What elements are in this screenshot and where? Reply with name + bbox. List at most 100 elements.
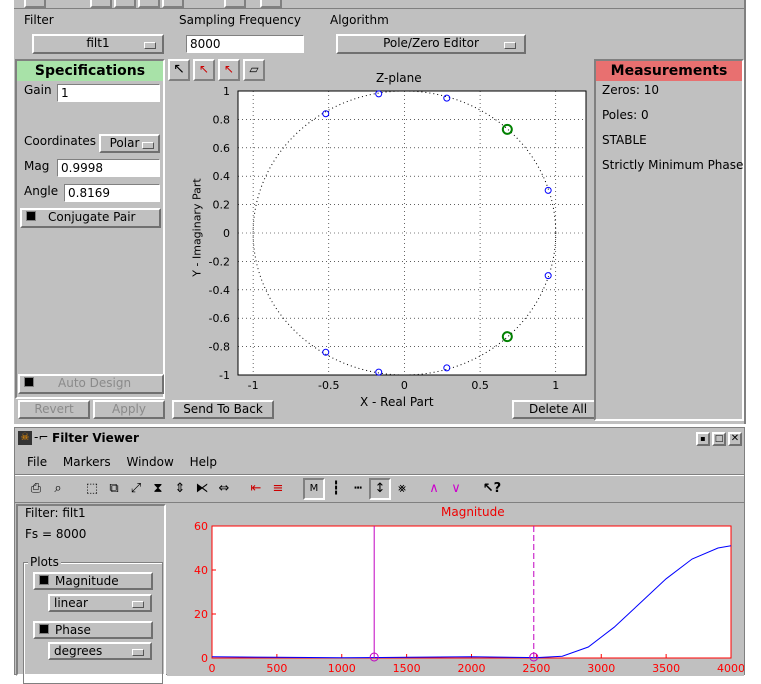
phase-status: Strictly Minimum Phase xyxy=(602,158,744,172)
magnitude-xtick-label: 2500 xyxy=(522,662,550,675)
apply-button[interactable]: Apply xyxy=(93,400,165,419)
z-plane-ytick-label: 0.8 xyxy=(213,113,231,126)
specifications-panel xyxy=(15,59,165,399)
magnitude-xtick-label: 4000 xyxy=(717,662,744,675)
toolbar-button[interactable] xyxy=(260,0,282,8)
menu-file[interactable]: File xyxy=(27,455,47,469)
menu-help[interactable]: Help xyxy=(190,455,217,469)
z-plane-ytick-label: 0 xyxy=(223,227,230,240)
zeros-count: Zeros: 10 xyxy=(602,83,659,97)
z-plane-chart[interactable]: -1 -0.5 0 0.5 1 1 0.8 0.6 0.4 0.2 0 -0.2 -0.4 -0.6 -0.… xyxy=(166,57,594,421)
magnitude-ytick-label: 40 xyxy=(194,564,208,577)
zoom-out-icon[interactable]: ⤢ xyxy=(125,478,147,500)
magnitude-ytick-label: 0 xyxy=(201,652,208,665)
magnitude-ytick-label: 60 xyxy=(194,520,208,533)
toolbar-button[interactable] xyxy=(224,0,246,8)
algorithm-select[interactable]: Pole/Zero Editor xyxy=(336,34,526,54)
pass-band-icon[interactable]: ⇤ xyxy=(245,478,267,500)
pin-icon[interactable]: -⌐ xyxy=(34,430,48,444)
viewer-menu-bar: File Markers Window Help xyxy=(27,455,229,469)
z-plane-ytick-label: -0.4 xyxy=(209,284,230,297)
zoom-horizontal-in-icon[interactable]: ⧔ xyxy=(191,478,213,500)
magnitude-xtick-label: 3000 xyxy=(587,662,615,675)
send-to-back-button[interactable]: Send To Back xyxy=(172,400,274,419)
peaks-icon[interactable]: ∧ xyxy=(423,478,445,500)
magnitude-xtick-label: 1000 xyxy=(328,662,356,675)
stability-status: STABLE xyxy=(602,133,647,147)
slope-markers-icon[interactable]: ⨳ xyxy=(391,478,413,500)
checkbox-indicator-icon xyxy=(39,575,49,585)
maximize-icon[interactable]: □ xyxy=(712,432,726,446)
gain-input[interactable]: 1 xyxy=(57,84,160,102)
zoom-box-icon[interactable]: ⬚ xyxy=(81,478,103,500)
zoom-vertical-out-icon[interactable]: ⇕ xyxy=(169,478,191,500)
toolbar-button[interactable] xyxy=(24,0,46,8)
phase-toggle[interactable]: Phase xyxy=(33,621,153,639)
algorithm-select-value: Pole/Zero Editor xyxy=(383,36,479,50)
print-preview-icon[interactable]: ⌕ xyxy=(47,478,69,500)
sampling-frequency-input[interactable]: 8000 xyxy=(186,35,304,53)
checkbox-indicator-icon xyxy=(39,624,49,634)
zoom-vertical-in-icon[interactable]: ⧗ xyxy=(147,478,169,500)
filter-viewer-window: ☠ -⌐ Filter Viewer ▪ □ ✕ File Markers Wi… xyxy=(14,427,745,684)
toolbar-button[interactable] xyxy=(90,0,112,8)
z-plane-ytick-label: 0.6 xyxy=(213,142,231,155)
plots-label: Plots xyxy=(28,555,61,569)
checkbox-indicator-icon xyxy=(26,211,36,221)
mag-label: Mag xyxy=(24,159,50,173)
track-markers-icon[interactable]: ↕ xyxy=(369,478,391,500)
magnitude-chart[interactable]: 0 500 1000 1500 2000 2500 3000 3500 4000 60 40 20 0 xyxy=(167,504,744,676)
magnitude-scale-value: linear xyxy=(54,596,88,610)
mag-input[interactable]: 0.9998 xyxy=(57,159,160,177)
zoom-horizontal-out-icon[interactable]: ⇔ xyxy=(213,478,235,500)
mouse-zoom-icon[interactable]: M xyxy=(303,478,325,500)
menu-markers[interactable]: Markers xyxy=(63,455,111,469)
viewer-title-bar: ☠ -⌐ Filter Viewer ▪ □ ✕ xyxy=(15,428,744,448)
delete-all-button[interactable]: Delete All xyxy=(512,400,604,419)
horizontal-markers-icon[interactable]: ┅ xyxy=(347,478,369,500)
conjugate-pair-toggle[interactable]: Conjugate Pair xyxy=(20,208,161,228)
z-plane-area: ↖ ↖ ↖ ▱ Z-plane X - Real Part Y - Imagin… xyxy=(166,57,604,421)
magnitude-scale-select[interactable]: linear xyxy=(48,594,152,612)
z-plane-ytick-label: -0.2 xyxy=(209,255,230,268)
print-icon[interactable]: ⎙ xyxy=(25,478,47,500)
z-plane-ytick-label: -0.8 xyxy=(209,341,230,354)
measurements-title: Measurements xyxy=(596,61,742,81)
minimize-icon[interactable]: ▪ xyxy=(696,432,710,446)
toolbar-button[interactable] xyxy=(138,0,160,8)
checkbox-indicator-icon xyxy=(24,377,34,387)
magnitude-xtick-label: 500 xyxy=(266,662,287,675)
toolbar-button[interactable] xyxy=(114,0,136,8)
valleys-icon[interactable]: ∨ xyxy=(445,478,467,500)
filter-select[interactable]: filt1 xyxy=(32,34,164,54)
filter-info: Filter: filt1 xyxy=(25,506,86,520)
vertical-markers-icon[interactable]: ┇ xyxy=(325,478,347,500)
magnitude-toggle[interactable]: Magnitude xyxy=(33,572,153,590)
angle-input[interactable]: 0.8169 xyxy=(64,184,160,202)
close-icon[interactable]: ✕ xyxy=(728,432,742,446)
z-plane-xtick-label: 1 xyxy=(552,379,559,392)
coordinates-value: Polar xyxy=(109,136,140,150)
zoom-full-icon[interactable]: ⧉ xyxy=(103,478,125,500)
toolbar-button[interactable] xyxy=(162,0,184,8)
auto-design-label: Auto Design xyxy=(58,376,132,390)
phase-units-select[interactable]: degrees xyxy=(48,642,152,660)
phase-units-value: degrees xyxy=(54,644,103,658)
magnitude-plot-area: Magnitude 0 500 1000 1500 2000 2500 3000 3500 40… xyxy=(167,504,744,676)
algorithm-label: Algorithm xyxy=(330,13,389,27)
phase-toggle-label: Phase xyxy=(55,623,91,637)
chevron-down-icon xyxy=(132,649,144,656)
z-plane-ytick-label: 0.4 xyxy=(213,170,231,183)
z-plane-ytick-label: 1 xyxy=(223,85,230,98)
poles-count: Poles: 0 xyxy=(602,108,649,122)
filter-label: Filter xyxy=(24,13,54,27)
magnitude-xtick-label: 0 xyxy=(209,662,216,675)
stop-band-icon[interactable]: ≡ xyxy=(267,478,289,500)
coordinates-select[interactable]: Polar xyxy=(99,134,160,153)
whats-this-help-icon[interactable]: ↖? xyxy=(481,478,503,500)
viewer-toolbar: ⎙ ⌕ ⬚ ⧉ ⤢ ⧗ ⇕ ⧔ ⇔ ⇤ ≡ M ┇ ┅ ↕ ⨳ ∧ ∨ ↖? xyxy=(25,478,525,500)
chevron-down-icon xyxy=(504,42,516,49)
menu-window[interactable]: Window xyxy=(126,455,173,469)
auto-design-toggle[interactable]: Auto Design xyxy=(18,374,164,394)
revert-button[interactable]: Revert xyxy=(18,400,90,419)
